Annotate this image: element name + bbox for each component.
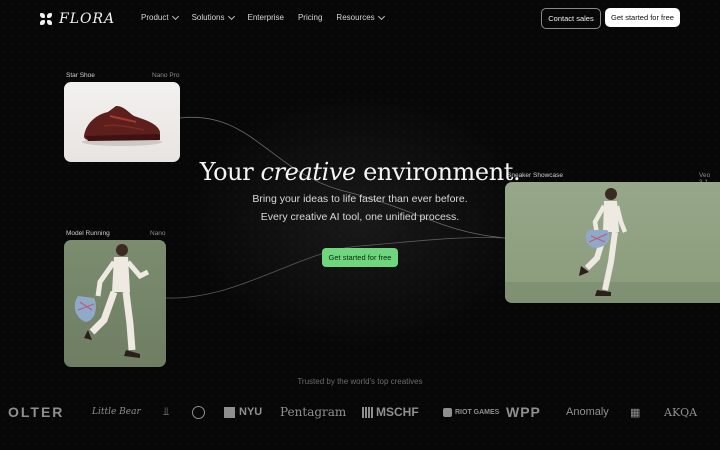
logo-mark-1-icon: ⫫ — [163, 405, 170, 418]
menu-enterprise[interactable]: Enterprise — [248, 13, 284, 22]
nav-get-started-button[interactable]: Get started for free — [605, 8, 680, 27]
star-shoe-model: Nano Pro — [152, 72, 180, 79]
model-running-image[interactable] — [64, 240, 166, 367]
logo-wpp: WPP — [506, 404, 541, 420]
logo-circle-icon — [192, 402, 205, 422]
contact-sales-button[interactable]: Contact sales — [541, 8, 601, 29]
trusted-heading: Trusted by the world's top creatives — [297, 377, 423, 386]
nyu-torch-icon — [224, 406, 235, 418]
star-shoe-image[interactable] — [64, 82, 180, 162]
mschf-grid-icon — [362, 406, 373, 418]
logo-mschf-text: MSCHF — [376, 405, 419, 419]
flora-logo-icon — [40, 12, 53, 26]
logo-riot-games: RIOT GAMES — [443, 402, 500, 422]
menu-pricing[interactable]: Pricing — [298, 13, 322, 22]
hero-title-start: Your — [199, 158, 254, 186]
brand-name: FLORA — [59, 11, 116, 27]
hero-subtitle-line1: Bring your ideas to life faster than eve… — [252, 193, 468, 205]
logo-pentagram: Pentagram — [280, 405, 347, 419]
menu-resources[interactable]: Resources — [336, 12, 385, 22]
model-running-model: Nano — [150, 230, 166, 237]
menu-product-label: Product — [141, 13, 169, 22]
main-menu: Product Solutions Enterprise Pricing Res… — [141, 12, 385, 22]
logo-little-bear: Little Bear — [92, 407, 141, 417]
logo-akqa: AKQA — [664, 405, 698, 419]
logo-mschf: MSCHF — [362, 402, 419, 422]
menu-product[interactable]: Product — [141, 12, 179, 22]
logo-nyu: NYU — [224, 402, 262, 422]
chevron-down-icon — [227, 12, 235, 20]
hero-title-italic: creative — [260, 158, 357, 186]
chevron-down-icon — [377, 12, 385, 20]
logo-olter: OLTER — [8, 404, 65, 420]
star-shoe-label: Star Shoe — [66, 72, 95, 79]
logo-anomaly: Anomaly — [566, 406, 609, 418]
logo-riot-text: RIOT GAMES — [455, 408, 500, 416]
logo-mark-2-icon: ▦ — [630, 406, 641, 419]
menu-pricing-label: Pricing — [297, 13, 323, 22]
logo-nyu-text: NYU — [239, 406, 263, 418]
menu-enterprise-label: Enterprise — [247, 13, 284, 22]
menu-resources-label: Resources — [336, 13, 375, 22]
hero-subtitle-line2: Every creative AI tool, one unified proc… — [260, 211, 460, 223]
menu-solutions-label: Solutions — [191, 13, 225, 22]
menu-solutions[interactable]: Solutions — [191, 12, 235, 22]
chevron-down-icon — [171, 12, 179, 20]
riot-fist-icon — [443, 407, 452, 417]
hero-title: Your creative environment. — [0, 158, 720, 186]
client-logo-strip: OLTER Little Bear ⫫ NYU Pentagram MSCHF … — [0, 402, 720, 422]
model-running-label: Model Running — [66, 230, 110, 237]
hero-title-end: environment. — [363, 158, 521, 186]
hero-get-started-button[interactable]: Get started for free — [322, 248, 398, 267]
brand-logo[interactable]: FLORA — [40, 11, 115, 27]
top-nav: FLORA Product Solutions Enterprise Prici… — [0, 0, 720, 36]
